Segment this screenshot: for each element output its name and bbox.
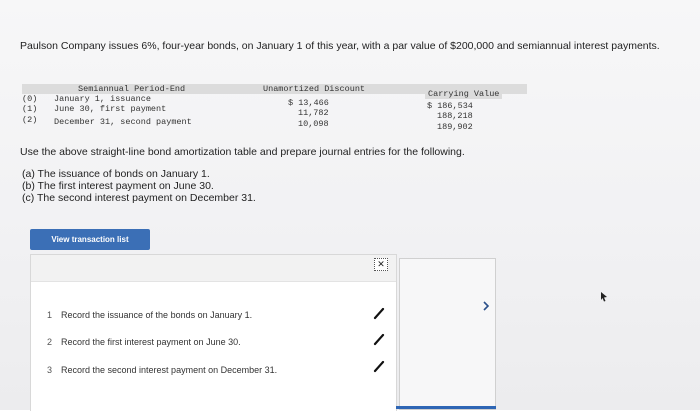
- row-period: December 31, second payment: [54, 117, 192, 127]
- amortization-table: Semiannual Period-End Unamortized Discou…: [22, 84, 527, 136]
- row-period: January 1, issuance: [54, 94, 151, 104]
- row-carrying: $ 186,534: [427, 101, 473, 111]
- chevron-right-icon[interactable]: [480, 300, 492, 312]
- page: Paulson Company issues 6%, four-year bon…: [0, 0, 700, 411]
- transaction-label: Record the first interest payment on Jun…: [61, 337, 241, 347]
- row-index: (2): [22, 115, 38, 125]
- excel-icon[interactable]: ✕: [374, 258, 388, 271]
- question-parts: (a) The issuance of bonds on January 1. …: [22, 168, 256, 204]
- transaction-label: Record the second interest payment on De…: [61, 365, 278, 375]
- checkmark-icon: [373, 333, 385, 346]
- mouse-cursor-icon: [601, 292, 607, 302]
- transaction-item-2[interactable]: 2 Record the first interest payment on Ju…: [47, 337, 241, 347]
- part-a: (a) The issuance of bonds on January 1.: [22, 168, 210, 180]
- problem-intro: Paulson Company issues 6%, four-year bon…: [20, 40, 660, 52]
- row-index: (1): [22, 104, 38, 114]
- row-period: June 30, first payment: [54, 104, 167, 114]
- row-carrying: 189,902: [437, 122, 473, 132]
- transaction-number: 3: [47, 365, 53, 375]
- transaction-item-3[interactable]: 3 Record the second interest payment on D…: [47, 365, 277, 375]
- checkmark-icon: [373, 360, 385, 373]
- transaction-number: 2: [47, 337, 53, 347]
- transaction-label: Record the issuance of the bonds on Janu…: [61, 310, 253, 320]
- row-carrying: 188,218: [437, 111, 473, 121]
- row-index: (0): [22, 94, 38, 104]
- header-carrying: Carrying Value: [425, 89, 503, 99]
- view-transaction-list-button[interactable]: View transaction list: [30, 229, 150, 250]
- header-period: Semiannual Period-End: [78, 84, 186, 94]
- header-discount: Unamortized Discount: [263, 84, 366, 94]
- row-discount: 10,098: [298, 119, 329, 129]
- instruction-text: Use the above straight-line bond amortiz…: [20, 146, 465, 158]
- row-discount: $ 13,466: [288, 98, 329, 108]
- panel-header-strip: [31, 255, 396, 282]
- journal-entry-panel: [396, 258, 496, 410]
- part-c: (c) The second interest payment on Decem…: [22, 192, 256, 204]
- row-discount: 11,782: [298, 108, 329, 118]
- transaction-number: 1: [47, 310, 53, 320]
- checkmark-icon: [373, 307, 385, 320]
- transaction-item-1[interactable]: 1 Record the issuance of the bonds on Jan…: [47, 310, 252, 320]
- transaction-panel: 1 Record the issuance of the bonds on Jan…: [30, 254, 397, 411]
- accent-line: [396, 406, 496, 409]
- part-b: (b) The first interest payment on June 3…: [22, 180, 214, 192]
